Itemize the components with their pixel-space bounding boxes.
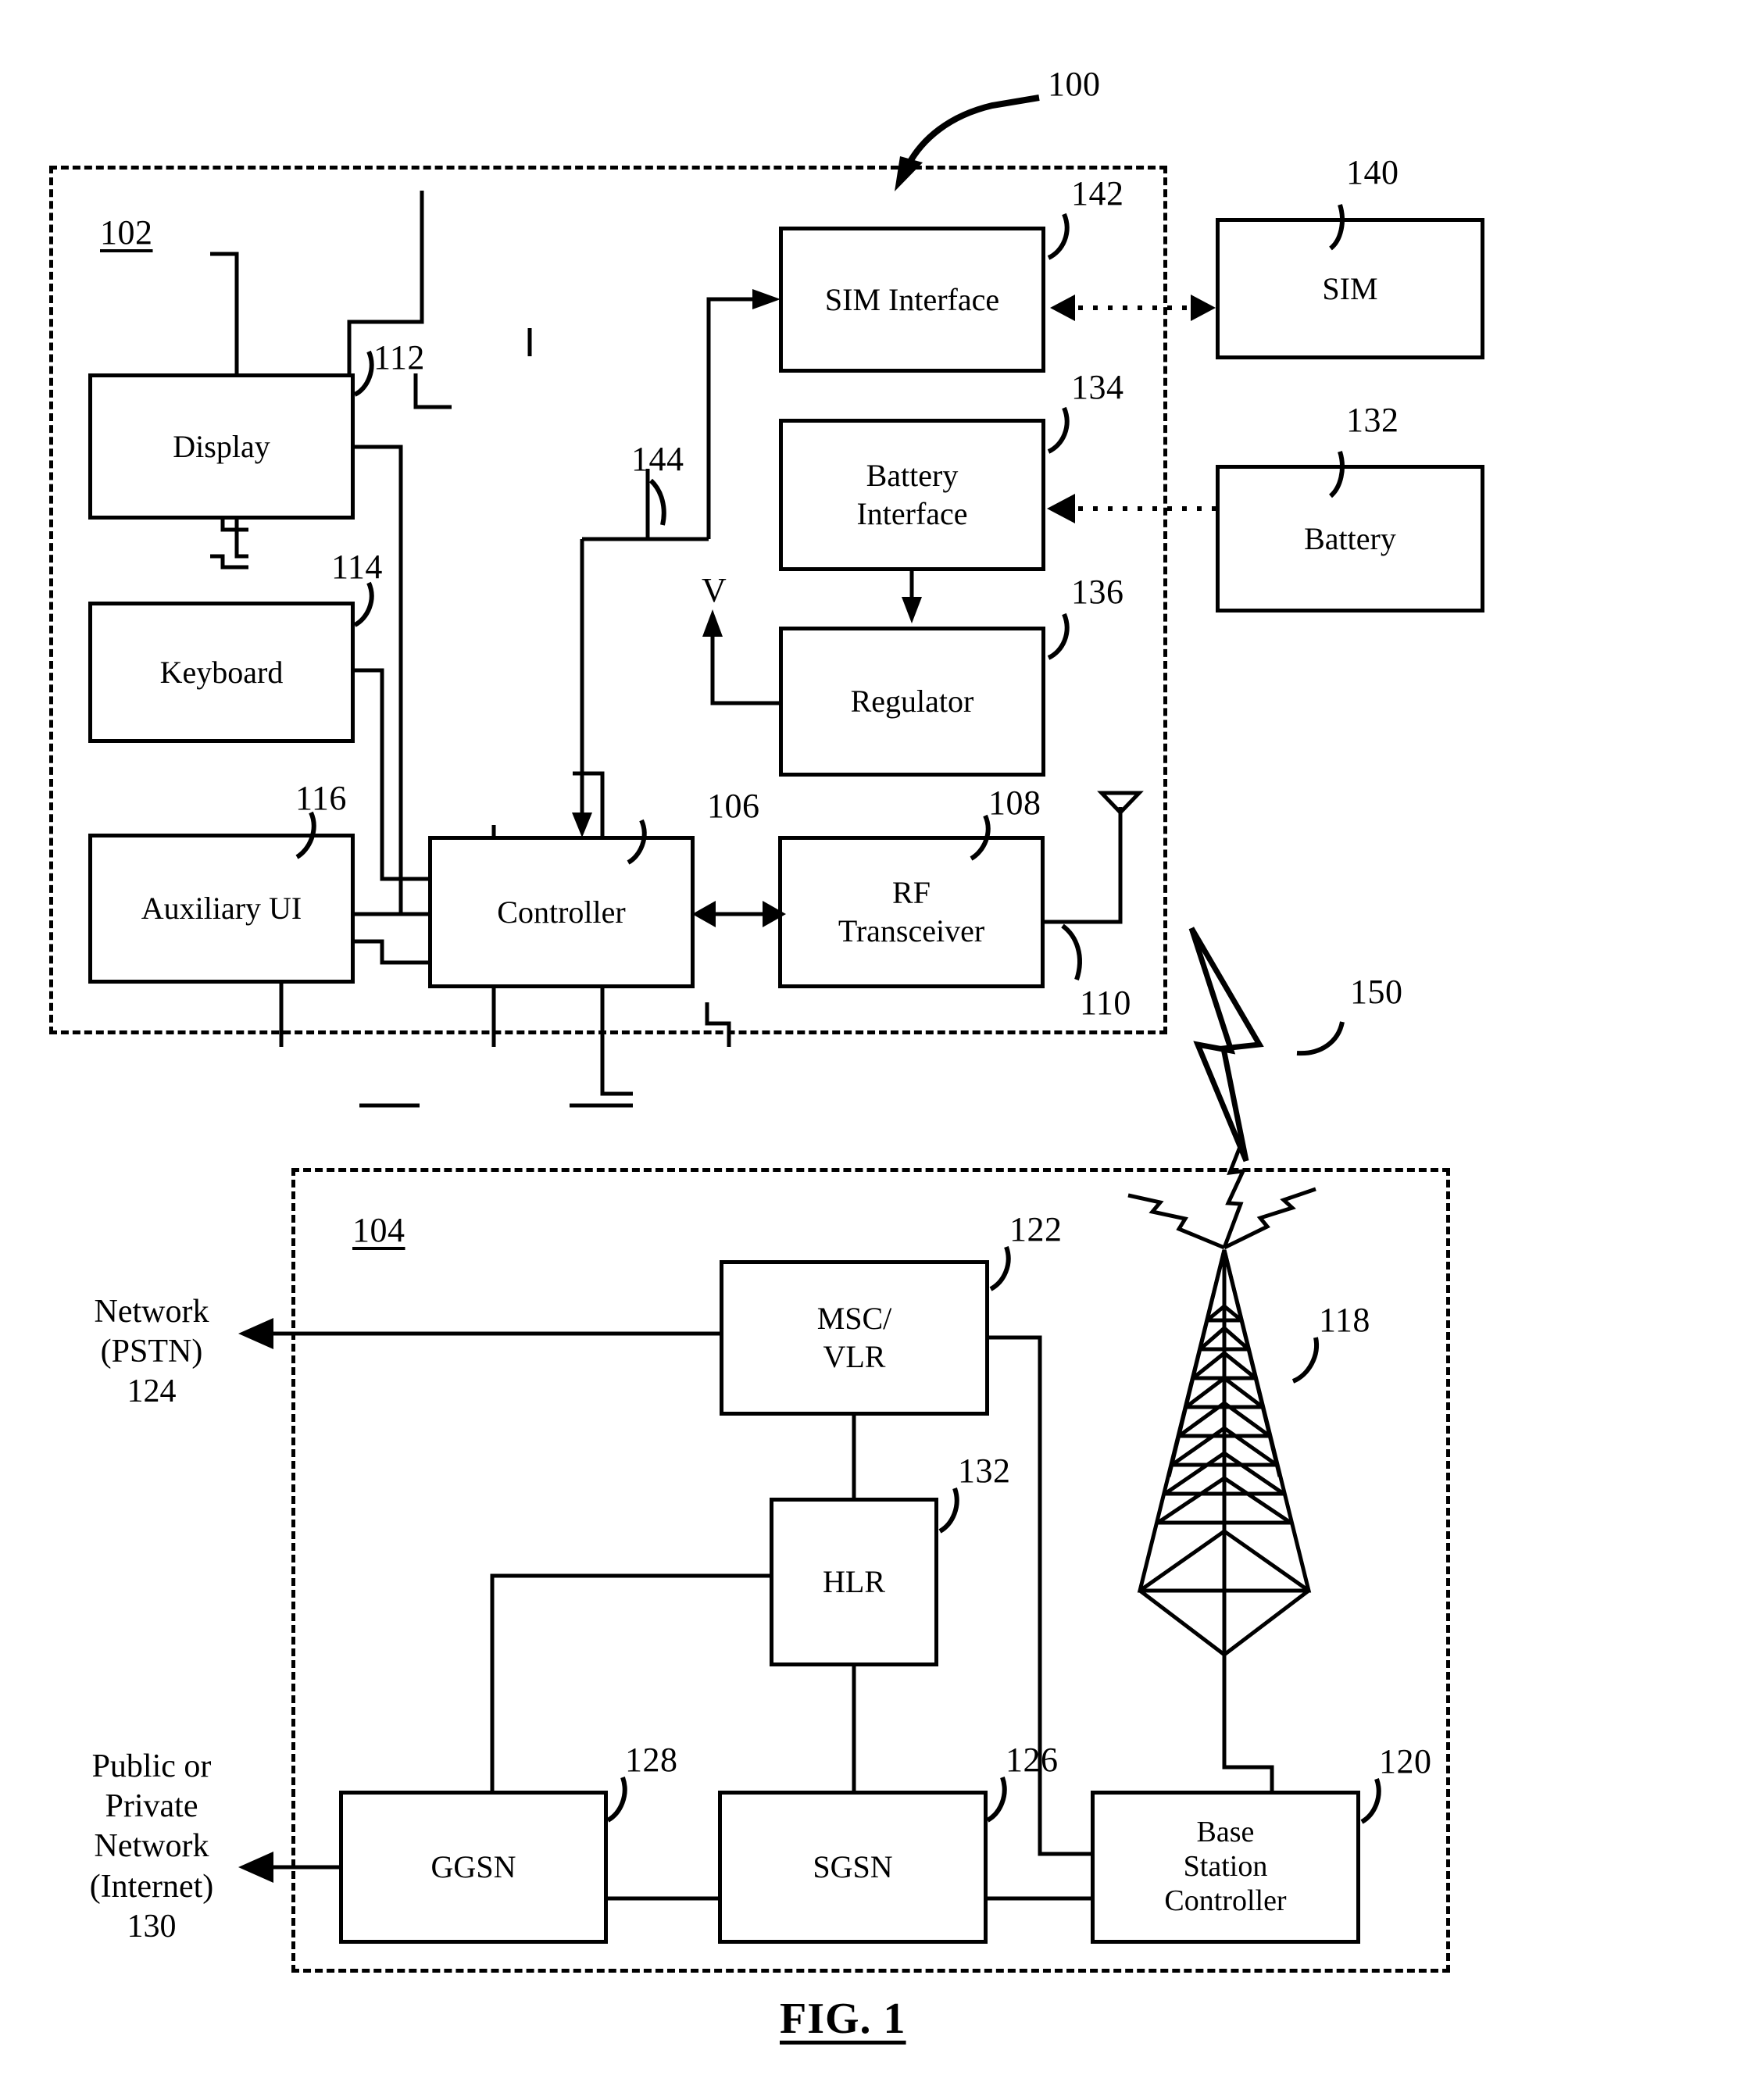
keyboard-block[interactable]: Keyboard (88, 602, 355, 743)
ref-140: 140 (1346, 153, 1399, 191)
ref-142: 142 (1071, 174, 1124, 212)
wireless-link-bolt (1188, 927, 1264, 1162)
keyboard-block-label: Keyboard (159, 654, 284, 690)
pstn-network-label: Network (PSTN) 124 (94, 1294, 209, 1410)
msc-vlr-block-label: MSC/ VLR (816, 1300, 892, 1374)
ref-106: 106 (707, 787, 760, 825)
battery-block-label: Battery (1304, 520, 1396, 556)
ggsn-block-label: GGSN (430, 1849, 516, 1884)
ref-100: 100 (1048, 65, 1101, 103)
base-station-controller-block-label: Base Station Controller (1164, 1816, 1287, 1917)
ref-132-hlr: 132 (958, 1452, 1011, 1490)
battery-interface-block-label: Battery Interface (856, 457, 968, 531)
ref-144: 144 (631, 440, 684, 478)
ref-132-battery: 132 (1346, 401, 1399, 439)
sgsn-block[interactable]: SGSN (718, 1791, 988, 1944)
voltage-label: V (702, 571, 727, 609)
rf-transceiver-block-label: RF Transceiver (838, 874, 985, 948)
sim-block[interactable]: SIM (1216, 218, 1484, 359)
ref-118: 118 (1319, 1301, 1370, 1339)
msc-vlr-block[interactable]: MSC/ VLR (720, 1260, 989, 1416)
battery-block[interactable]: Battery (1216, 465, 1484, 612)
ref-102: 102 (100, 213, 153, 252)
ref-126: 126 (1006, 1741, 1059, 1779)
figure-caption: FIG. 1 (780, 1995, 906, 2043)
rf-transceiver-block[interactable]: RF Transceiver (778, 836, 1045, 988)
battery-interface-block[interactable]: Battery Interface (779, 419, 1045, 571)
auxiliary-ui-block-label: Auxiliary UI (141, 891, 302, 926)
ref-134: 134 (1071, 368, 1124, 406)
display-block-label: Display (173, 428, 270, 464)
auxiliary-ui-block[interactable]: Auxiliary UI (88, 834, 355, 984)
ref-108: 108 (988, 784, 1041, 822)
internet-network-label: Public or Private Network (Internet) 130 (89, 1748, 214, 1945)
controller-block-label: Controller (497, 894, 626, 930)
hlr-block[interactable]: HLR (770, 1498, 938, 1666)
sim-interface-block[interactable]: SIM Interface (779, 227, 1045, 373)
display-block[interactable]: Display (88, 373, 355, 520)
ref-116: 116 (295, 779, 347, 817)
ref-110: 110 (1080, 984, 1131, 1022)
ref-128: 128 (625, 1741, 678, 1779)
regulator-block[interactable]: Regulator (779, 627, 1045, 777)
ref-150: 150 (1350, 973, 1403, 1011)
sgsn-block-label: SGSN (813, 1849, 893, 1884)
ref-136: 136 (1071, 573, 1124, 611)
base-station-controller-block[interactable]: Base Station Controller (1091, 1791, 1360, 1944)
regulator-block-label: Regulator (850, 684, 974, 719)
ref-120: 120 (1379, 1742, 1432, 1780)
ref-112: 112 (373, 338, 425, 377)
ref-104: 104 (352, 1211, 405, 1249)
sim-interface-block-label: SIM Interface (824, 281, 1000, 317)
ggsn-block[interactable]: GGSN (339, 1791, 608, 1944)
controller-block[interactable]: Controller (428, 836, 695, 988)
ref-122: 122 (1009, 1210, 1063, 1248)
sim-block-label: SIM (1322, 270, 1378, 306)
hlr-block-label: HLR (823, 1564, 885, 1599)
patent-figure-page: Display Keyboard Auxiliary UI Controller… (0, 0, 1754, 2100)
ref-114: 114 (331, 548, 383, 586)
